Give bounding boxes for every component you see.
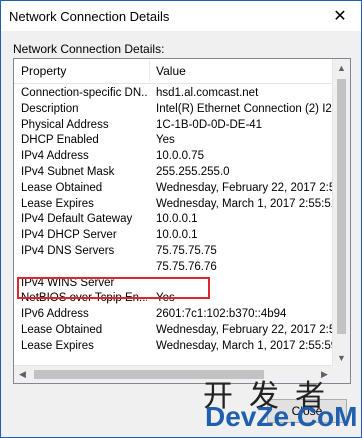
table-row[interactable]: 75.75.76.76 <box>14 261 333 277</box>
value-cell: 2601:7c1:102:b370::4b94 <box>156 308 287 321</box>
table-row[interactable]: Lease Obtained Wednesday, February 22, 20… <box>14 324 333 340</box>
table-row[interactable]: NetBIOS over Tcpip En... Yes <box>14 292 333 308</box>
value-cell: Intel(R) Ethernet Connection (2) I219-V <box>156 102 333 115</box>
property-cell: IPv4 Default Gateway <box>21 213 133 226</box>
property-cell: IPv4 WINS Server <box>21 276 115 289</box>
list-rows: Connection-specific DN... hsd1.al.comcast… <box>14 87 333 356</box>
table-row[interactable]: IPv4 Subnet Mask 255.255.255.0 <box>14 166 333 182</box>
value-cell: Wednesday, March 1, 2017 2:55:59 PM <box>156 339 333 352</box>
value-cell: 1C-1B-0D-0D-DE-41 <box>156 118 263 131</box>
table-row[interactable]: IPv4 DHCP Server 10.0.0.1 <box>14 229 333 245</box>
property-cell: Lease Expires <box>21 197 94 210</box>
property-cell: Description <box>21 102 79 115</box>
table-row[interactable]: Lease Expires Wednesday, March 1, 2017 2:… <box>14 198 333 214</box>
window-title: Network Connection Details <box>9 9 170 24</box>
table-row[interactable]: Description Intel(R) Ethernet Connection … <box>14 103 333 119</box>
value-cell: 255.255.255.0 <box>156 165 230 178</box>
property-cell: DHCP Enabled <box>21 134 99 147</box>
value-cell: 10.0.0.75 <box>156 150 204 163</box>
network-connection-details-window: Network Connection Details ✕ Network Con… <box>0 0 362 438</box>
column-header-property[interactable]: Property <box>21 64 66 78</box>
column-header-value[interactable]: Value <box>156 64 186 78</box>
value-cell: hsd1.al.comcast.net <box>156 87 259 99</box>
table-row[interactable]: IPv4 Default Gateway 10.0.0.1 <box>14 213 333 229</box>
horizontal-scroll-thumb[interactable] <box>34 370 264 379</box>
vertical-scrollbar[interactable]: ▲ ▼ <box>332 59 350 366</box>
title-bar: Network Connection Details ✕ <box>1 1 361 31</box>
column-divider[interactable] <box>149 61 150 81</box>
property-cell: Lease Obtained <box>21 323 103 336</box>
table-row[interactable]: IPv4 Address 10.0.0.75 <box>14 150 333 166</box>
value-cell: 75.75.75.75 <box>156 244 217 257</box>
value-cell: 75.75.76.76 <box>156 260 217 273</box>
scroll-up-icon[interactable]: ▲ <box>333 59 350 76</box>
property-cell: Physical Address <box>21 118 109 131</box>
table-row[interactable]: Lease Obtained Wednesday, February 22, 20… <box>14 182 333 198</box>
details-list-viewport: Property Value Connection-specific DN...… <box>14 59 333 383</box>
list-header: Property Value <box>14 59 333 84</box>
value-cell: 10.0.0.1 <box>156 213 198 226</box>
scroll-left-icon[interactable]: ◀ <box>14 366 31 383</box>
table-row[interactable]: DHCP Enabled Yes <box>14 134 333 150</box>
value-cell: Wednesday, February 22, 2017 2:55:59 PM <box>156 181 333 194</box>
table-row[interactable]: IPv6 Address 2601:7c1:102:b370::4b94 <box>14 308 333 324</box>
property-cell: IPv4 Subnet Mask <box>21 165 115 178</box>
table-row[interactable]: IPv4 DNS Servers 75.75.75.75 <box>14 245 333 261</box>
property-cell: IPv4 DNS Servers <box>21 244 115 257</box>
value-cell: 10.0.0.1 <box>156 229 198 242</box>
table-row[interactable]: Connection-specific DN... hsd1.al.comcast… <box>14 87 333 103</box>
property-cell: IPv4 Address <box>21 150 89 163</box>
property-cell: IPv6 Address <box>21 308 89 321</box>
value-cell: Yes <box>156 292 175 305</box>
scroll-down-icon[interactable]: ▼ <box>333 349 350 366</box>
close-button[interactable]: Close <box>267 399 347 423</box>
property-cell: IPv4 DHCP Server <box>21 229 117 242</box>
value-cell: Wednesday, February 22, 2017 2:55:59 PM <box>156 323 333 336</box>
value-cell: Yes <box>156 134 175 147</box>
property-cell: Lease Expires <box>21 339 94 352</box>
property-cell: NetBIOS over Tcpip En... <box>21 292 147 305</box>
value-cell: Wednesday, March 1, 2017 2:55:51 AM <box>156 197 333 210</box>
table-row[interactable]: Lease Expires Wednesday, March 1, 2017 2:… <box>14 340 333 356</box>
close-icon[interactable]: ✕ <box>319 1 361 31</box>
horizontal-scrollbar[interactable]: ◀ ▶ <box>14 365 333 383</box>
details-list[interactable]: Property Value Connection-specific DN...… <box>13 58 351 384</box>
scrollbar-corner <box>333 366 350 383</box>
vertical-scroll-thumb[interactable] <box>337 79 346 334</box>
scroll-right-icon[interactable]: ▶ <box>316 366 333 383</box>
section-label: Network Connection Details: <box>13 42 165 56</box>
property-cell: Connection-specific DN... <box>21 87 147 99</box>
property-cell: Lease Obtained <box>21 181 103 194</box>
table-row[interactable]: Physical Address 1C-1B-0D-0D-DE-41 <box>14 119 333 135</box>
table-row[interactable]: IPv4 WINS Server <box>14 277 333 293</box>
